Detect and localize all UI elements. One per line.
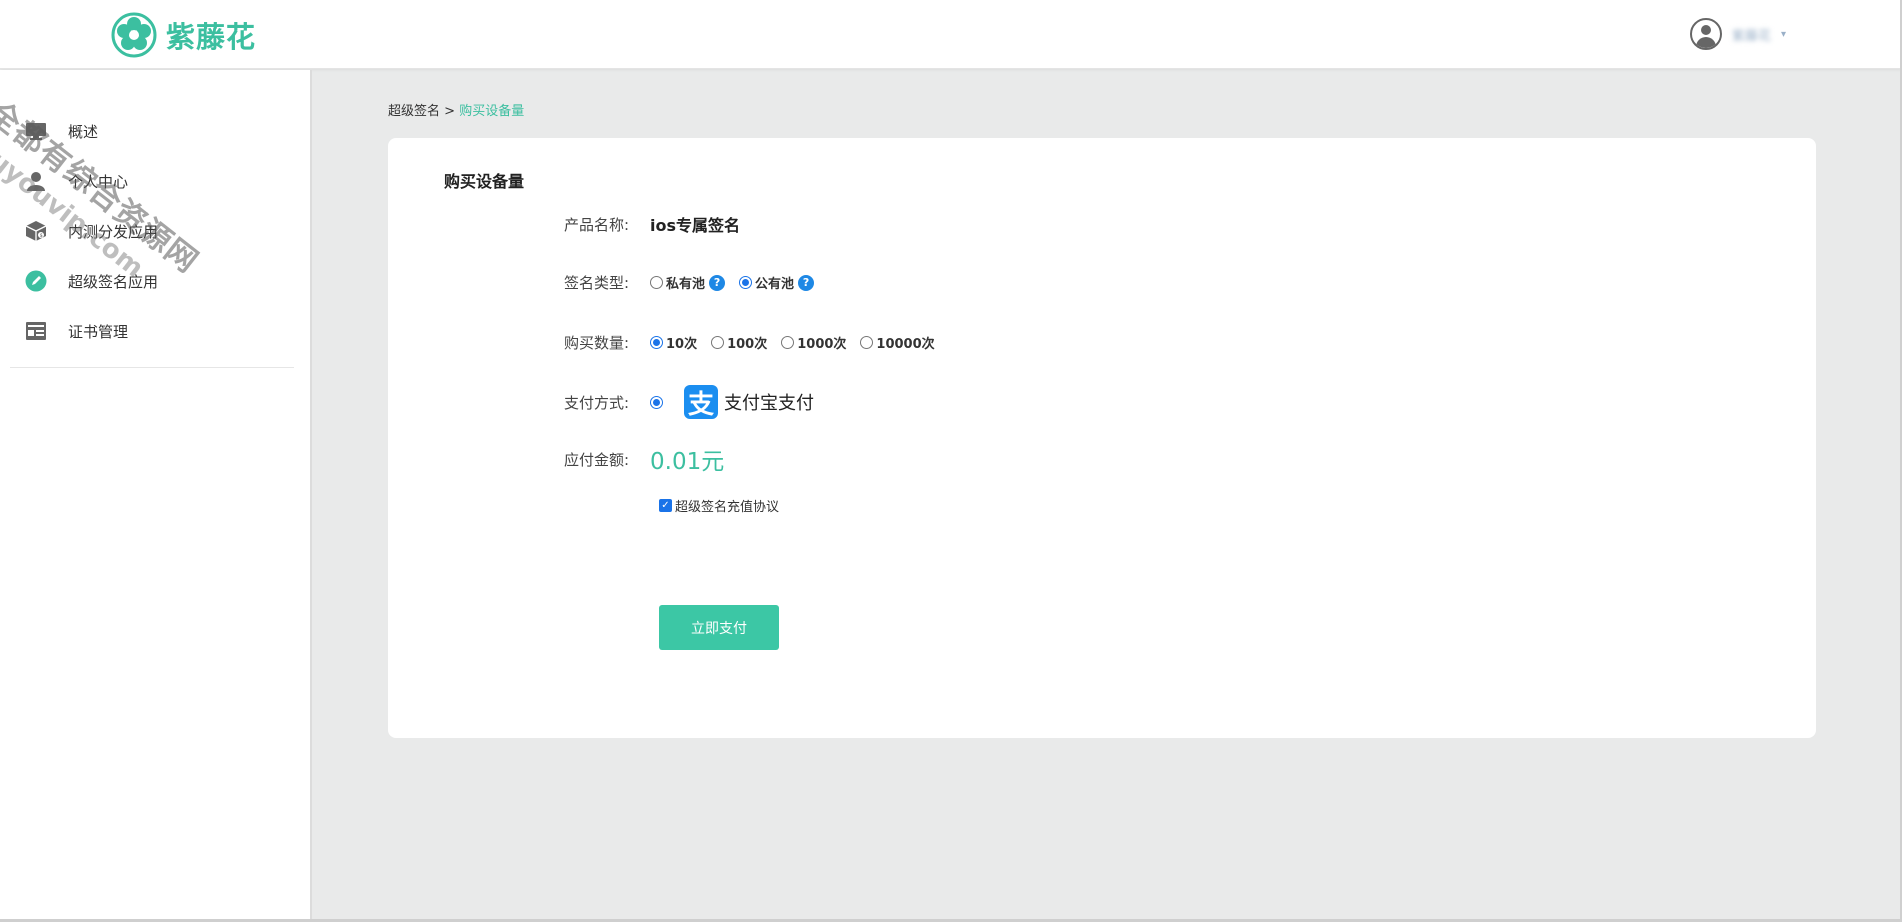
- amount-value-wrap: 0.01元: [650, 442, 724, 476]
- sidebar-item-label: 内测分发应用: [68, 222, 159, 241]
- quantity-option-10[interactable]: 10次: [650, 333, 697, 352]
- quantity-option-10000[interactable]: 10000次: [860, 333, 935, 352]
- alipay-label: 支付宝支付: [724, 393, 814, 414]
- option-label: 公有池: [755, 277, 795, 292]
- top-bar: 紫藤花 紫藤花 ▾: [0, 0, 1902, 69]
- pay-now-button[interactable]: 立即支付: [659, 605, 779, 650]
- product-row: 产品名称: ios专属签名: [388, 212, 740, 236]
- monitor-icon: [24, 119, 48, 143]
- radio-private[interactable]: [650, 276, 663, 289]
- help-icon[interactable]: ?: [709, 274, 726, 291]
- radio-100[interactable]: [711, 336, 725, 349]
- radio-public[interactable]: [739, 276, 753, 289]
- breadcrumb: 超级签名 > 购买设备量: [388, 100, 524, 119]
- sign-type-label: 签名类型:: [563, 274, 629, 292]
- agreement-link[interactable]: 超级签名充值协议: [675, 496, 779, 515]
- quantity-options: 10次 100次 1000次 10000次: [650, 333, 949, 352]
- sidebar-item-beta-distribution[interactable]: $ 内测分发应用: [0, 206, 310, 256]
- sign-type-private-option[interactable]: 私有池 ?: [650, 273, 726, 292]
- payment-option[interactable]: 支 支付宝支付: [650, 385, 814, 420]
- alipay-icon: 支: [684, 385, 718, 420]
- help-icon[interactable]: ?: [798, 274, 815, 291]
- sidebar-item-label: 概述: [68, 122, 99, 141]
- quantity-label: 购买数量:: [563, 334, 629, 352]
- breadcrumb-separator: >: [440, 104, 460, 119]
- user-menu[interactable]: 紫藤花 ▾: [1689, 18, 1786, 50]
- payment-row: 支付方式: 支 支付宝支付: [388, 385, 814, 420]
- sidebar-item-label: 证书管理: [68, 322, 129, 341]
- sign-type-row: 签名类型: 私有池 ? 公有池 ?: [388, 272, 828, 293]
- option-label: 1000次: [797, 337, 847, 352]
- sidebar-menu: 概述 个人中心 $ 内测分发应用 超级签名应用 证书管理: [0, 70, 310, 368]
- avatar-icon[interactable]: [1689, 18, 1722, 50]
- product-label: 产品名称:: [563, 215, 629, 234]
- product-value-wrap: ios专属签名: [650, 212, 740, 236]
- flower-logo-icon: [111, 12, 157, 58]
- page-title: 购买设备量: [444, 172, 525, 191]
- sign-type-public-option[interactable]: 公有池 ?: [739, 273, 815, 292]
- agreement-checkbox[interactable]: ✓: [659, 499, 672, 512]
- sidebar-item-overview[interactable]: 概述: [0, 106, 310, 156]
- svg-text:$: $: [40, 233, 43, 239]
- certificate-icon: [24, 319, 48, 343]
- menu-divider: [10, 367, 294, 368]
- user-icon: [24, 169, 48, 193]
- sidebar: 概述 个人中心 $ 内测分发应用 超级签名应用 证书管理: [0, 70, 312, 922]
- radio-1000[interactable]: [781, 336, 795, 349]
- purchase-card: 购买设备量 产品名称: ios专属签名 签名类型: 私有池 ? 公有池 ? 购买…: [388, 138, 1816, 738]
- breadcrumb-current: 购买设备量: [459, 104, 525, 119]
- quantity-row: 购买数量: 10次 100次 1000次 10000次: [388, 332, 949, 353]
- amount-value: 0.01元: [650, 449, 725, 475]
- amount-label: 应付金额:: [563, 450, 629, 469]
- chevron-down-icon[interactable]: ▾: [1781, 29, 1786, 40]
- quantity-option-100[interactable]: 100次: [711, 333, 767, 352]
- payment-label: 支付方式:: [563, 393, 629, 412]
- sidebar-item-super-sign[interactable]: 超级签名应用: [0, 256, 310, 306]
- sidebar-item-certificates[interactable]: 证书管理: [0, 306, 310, 356]
- option-label: 10次: [666, 337, 698, 352]
- sidebar-item-label: 个人中心: [68, 172, 129, 191]
- breadcrumb-parent[interactable]: 超级签名: [388, 104, 440, 119]
- sidebar-item-profile[interactable]: 个人中心: [0, 156, 310, 206]
- option-label: 10000次: [876, 337, 935, 352]
- sidebar-item-label: 超级签名应用: [68, 272, 159, 291]
- box-icon: $: [24, 219, 48, 243]
- option-label: 100次: [727, 337, 768, 352]
- product-value: ios专属签名: [650, 216, 741, 235]
- agreement-row[interactable]: ✓ 超级签名充值协议: [659, 496, 779, 515]
- brand-logo[interactable]: 紫藤花: [110, 10, 256, 60]
- radio-alipay[interactable]: [650, 395, 663, 409]
- brand-name: 紫藤花: [166, 20, 257, 54]
- radio-10000[interactable]: [860, 336, 874, 349]
- amount-row: 应付金额: 0.01元: [388, 442, 724, 476]
- quantity-option-1000[interactable]: 1000次: [781, 333, 846, 352]
- radio-10[interactable]: [650, 336, 663, 349]
- username[interactable]: 紫藤花: [1732, 25, 1771, 44]
- pen-icon: [24, 269, 48, 293]
- option-label: 私有池: [666, 277, 706, 292]
- sign-type-options: 私有池 ? 公有池 ?: [650, 273, 828, 292]
